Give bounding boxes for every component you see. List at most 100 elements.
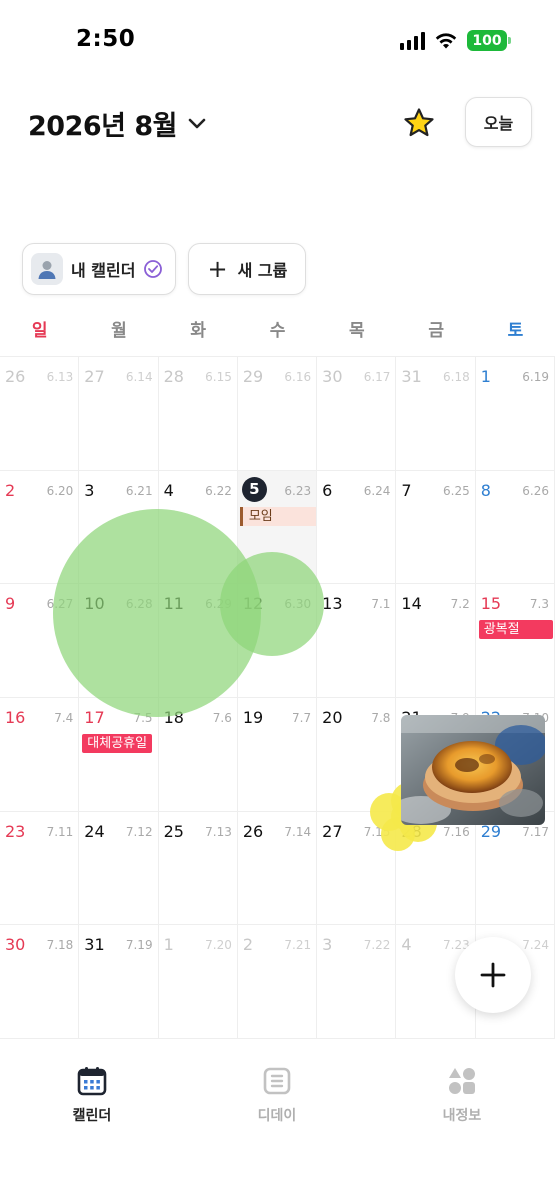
lunar-date: 7.8 — [371, 711, 391, 725]
check-circle-icon — [144, 260, 163, 278]
calendar-day-cell[interactable]: 24 7.12 — [79, 811, 159, 926]
calendar-day-cell[interactable]: 12 6.30 — [237, 584, 318, 699]
calendar-day-cell[interactable]: 17 7.5 대체공휴일 — [79, 698, 159, 812]
day-number: 11 — [163, 594, 184, 614]
calendar-day-cell[interactable]: 30 7.18 — [0, 925, 80, 1040]
today-button[interactable]: 오늘 — [465, 97, 532, 147]
tab-calendar[interactable]: 캘린더 — [32, 1065, 152, 1125]
calendar-day-cell[interactable]: 10 6.28 — [79, 584, 159, 699]
chevron-down-icon — [188, 118, 206, 128]
list-document-icon — [263, 1067, 291, 1095]
day-number: 26 — [5, 367, 26, 386]
day-number: 4 — [163, 480, 174, 500]
lunar-date: 7.24 — [522, 938, 549, 953]
calendar-day-cell[interactable]: 25 7.13 — [158, 811, 238, 926]
day-number: 17 — [84, 708, 105, 727]
calendar-grid: 26 6.13 27 6.14 28 6.15 29 6.16 30 6.17 31 6.18 1 6.1… — [0, 356, 555, 1040]
calendar-day-cell[interactable]: 6 6.24 — [317, 470, 397, 585]
lunar-date: 6.16 — [284, 370, 312, 384]
calendar-day-cell[interactable]: 31 6.18 — [396, 357, 476, 471]
calendar-day-cell[interactable]: 20 7.8 — [317, 698, 397, 812]
lunar-date: 7.11 — [46, 824, 74, 839]
calendar-day-cell[interactable]: 27 7.15 — [317, 811, 397, 926]
plus-icon — [480, 962, 506, 988]
weekday-monday: 월 — [111, 321, 127, 341]
lunar-date: 7.9 — [450, 711, 470, 725]
lunar-date: 7.10 — [522, 711, 549, 725]
lunar-date: 6.29 — [205, 597, 232, 612]
tab-my-info[interactable]: 내정보 — [402, 1065, 522, 1125]
calendar-day-cell[interactable]: 21 7.9 — [396, 698, 476, 812]
lunar-date: 6.23 — [284, 483, 312, 498]
day-number: 30 — [322, 367, 343, 386]
calendar-day-cell[interactable]: 7 6.25 — [396, 470, 476, 585]
calendar-day-cell[interactable]: 18 7.6 — [158, 698, 238, 812]
calendar-day-cell[interactable]: 9 6.27 — [0, 584, 80, 699]
calendar-day-cell[interactable]: 27 6.14 — [79, 357, 159, 471]
favorite-button[interactable] — [402, 106, 436, 140]
calendar-day-cell[interactable]: 4 6.22 — [158, 470, 238, 585]
calendar-day-cell[interactable]: 13 7.1 — [317, 584, 397, 699]
weekday-wednesday: 수 — [269, 321, 286, 341]
day-number: 3 — [322, 935, 333, 955]
calendar-day-cell[interactable]: 26 7.14 — [237, 811, 318, 926]
lunar-date: 6.21 — [125, 483, 153, 498]
calendar-day-cell[interactable]: 29 6.16 — [237, 357, 318, 471]
calendar-day-cell[interactable]: 15 7.3 광복절 — [475, 584, 555, 699]
lunar-date: 6.18 — [443, 370, 470, 384]
calendar-day-cell[interactable]: 2 6.20 — [0, 470, 80, 585]
lunar-date: 6.17 — [363, 370, 391, 384]
calendar-day-cell[interactable]: 2 7.21 — [237, 925, 318, 1040]
calendar-day-cell[interactable]: 22 7.10 — [475, 698, 555, 812]
calendar-day-cell[interactable]: 31 7.19 — [79, 925, 159, 1040]
day-number: 23 — [5, 821, 26, 841]
wifi-icon — [435, 32, 457, 48]
day-number: 24 — [84, 821, 105, 841]
day-number: 26 — [242, 821, 264, 841]
calendar-day-cell[interactable]: 16 7.4 — [0, 698, 80, 812]
lunar-date: 7.15 — [363, 824, 391, 839]
lunar-date: 6.14 — [125, 370, 153, 384]
new-group-button[interactable]: + 새 그룹 — [188, 243, 307, 295]
calendar-day-cell[interactable]: 1 6.19 — [475, 357, 555, 471]
calendar-day-cell[interactable]: 29 7.17 — [475, 811, 555, 926]
tab-dday[interactable]: 디데이 — [217, 1065, 337, 1125]
day-number: 21 — [401, 708, 422, 727]
day-number: 22 — [480, 708, 502, 727]
calendar-day-cell[interactable]: 11 6.29 — [158, 584, 238, 699]
day-number: 29 — [480, 821, 502, 841]
calendar-day-cell[interactable]: 8 6.26 — [475, 470, 555, 585]
calendar-day-cell[interactable]: 26 6.13 — [0, 357, 80, 471]
day-number: 31 — [84, 935, 105, 955]
lunar-date: 7.21 — [284, 938, 312, 953]
my-calendar-chip[interactable]: 내 캘린더 — [22, 243, 177, 295]
lunar-date: 6.26 — [522, 483, 549, 498]
status-bar: 2:50 100 — [0, 0, 555, 84]
calendar-day-cell[interactable]: 19 7.7 — [237, 698, 318, 812]
lunar-date: 7.1 — [371, 597, 391, 612]
calendar-day-cell[interactable]: 30 6.17 — [317, 357, 397, 471]
calendar-day-cell[interactable]: 3 7.22 — [317, 925, 397, 1040]
calendar-icon — [77, 1067, 107, 1096]
day-number: 30 — [5, 935, 26, 955]
lunar-date: 6.25 — [443, 483, 470, 498]
lunar-date: 7.18 — [46, 938, 74, 953]
month-selector[interactable]: 2026년 8월 — [28, 104, 207, 143]
calendar-day-cell[interactable]: 23 7.11 — [0, 811, 80, 926]
calendar-day-cell[interactable]: 28 7.16 — [396, 811, 476, 926]
day-number: 6 — [322, 480, 333, 500]
month-title: 2026년 8월 — [28, 111, 178, 142]
calendar-day-cell[interactable]: 1 7.20 — [158, 925, 238, 1040]
today-marker: 5 — [241, 476, 267, 502]
event-item[interactable]: 모임 — [239, 506, 316, 526]
day-number: 29 — [242, 367, 264, 386]
calendar-day-cell[interactable]: 14 7.2 — [396, 584, 476, 699]
lunar-date: 6.13 — [46, 370, 74, 384]
add-event-button[interactable] — [455, 937, 531, 1013]
day-number: 12 — [242, 594, 264, 614]
new-group-label: 새 그룹 — [237, 261, 288, 280]
group-chips: 내 캘린더 + 새 그룹 — [22, 243, 307, 295]
calendar-day-cell[interactable]: 5 6.23 모임 — [237, 470, 318, 585]
calendar-day-cell[interactable]: 28 6.15 — [158, 357, 238, 471]
calendar-day-cell[interactable]: 3 6.21 — [79, 470, 159, 585]
